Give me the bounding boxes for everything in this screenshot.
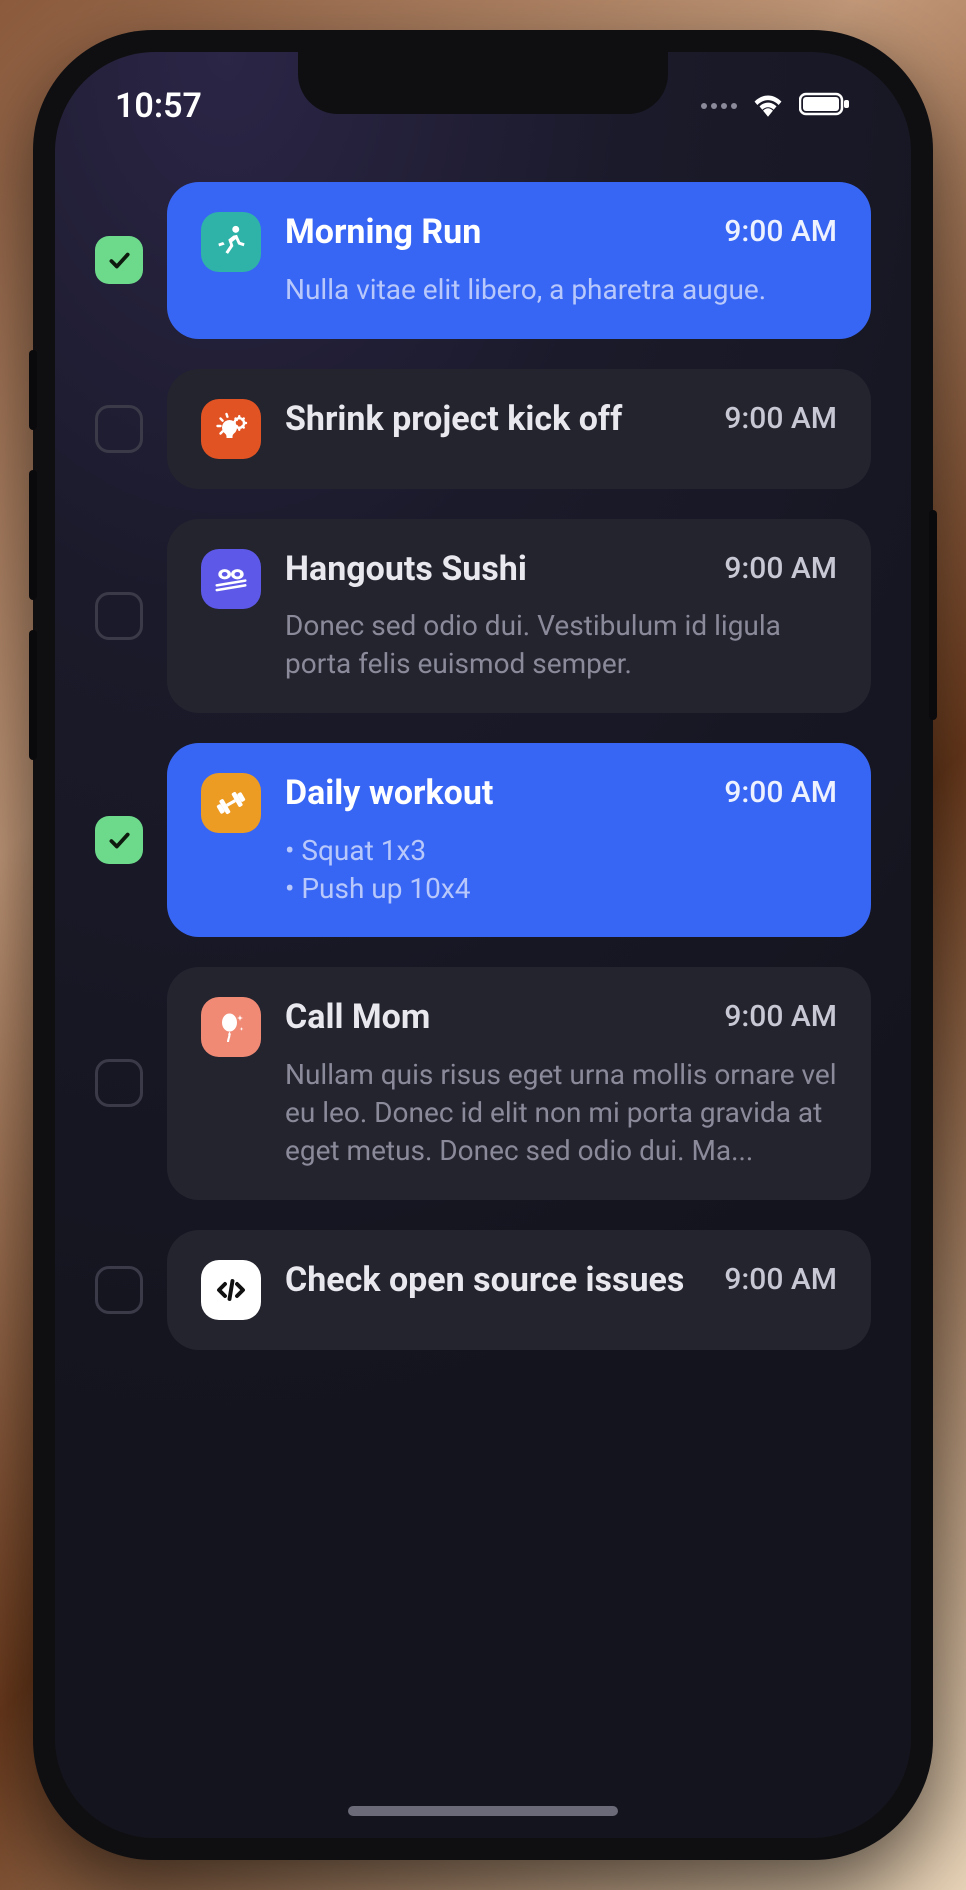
task-row: Check open source issues 9:00 AM — [95, 1230, 871, 1350]
wifi-icon — [751, 91, 785, 121]
task-checkbox[interactable] — [95, 236, 143, 284]
task-time: 9:00 AM — [724, 773, 837, 810]
task-row: Hangouts Sushi 9:00 AM Donec sed odio dui.… — [95, 519, 871, 713]
task-row: Daily workout 9:00 AM • Squat 1x3 • Push … — [95, 743, 871, 937]
task-row: Shrink project kick off 9:00 AM — [95, 369, 871, 489]
task-body: Hangouts Sushi 9:00 AM Donec sed odio dui.… — [285, 549, 837, 683]
phone-frame: 10:57 Morning Run 9:00 AM Nulla vitae elit… — [33, 30, 933, 1860]
task-title: Call Mom — [285, 997, 430, 1038]
balloon-icon — [201, 997, 261, 1057]
task-time: 9:00 AM — [724, 997, 837, 1034]
dumbbell-icon — [201, 773, 261, 833]
task-card[interactable]: Morning Run 9:00 AM Nulla vitae elit liber… — [167, 182, 871, 339]
task-row: Morning Run 9:00 AM Nulla vitae elit liber… — [95, 182, 871, 339]
task-body: Check open source issues 9:00 AM — [285, 1260, 837, 1320]
task-time: 9:00 AM — [724, 399, 837, 436]
power-button[interactable] — [929, 510, 937, 720]
task-body: Call Mom 9:00 AM Nullam quis risus eget ur… — [285, 997, 837, 1169]
sushi-icon — [201, 549, 261, 609]
screen: 10:57 Morning Run 9:00 AM Nulla vitae elit… — [55, 52, 911, 1838]
volume-down-button[interactable] — [29, 630, 37, 760]
task-row: Call Mom 9:00 AM Nullam quis risus eget ur… — [95, 967, 871, 1199]
task-checkbox[interactable] — [95, 592, 143, 640]
code-icon — [201, 1260, 261, 1320]
pagination-dots — [701, 103, 737, 109]
task-title: Hangouts Sushi — [285, 549, 527, 590]
notch — [298, 52, 668, 114]
task-description: Nulla vitae elit libero, a pharetra augu… — [285, 271, 837, 309]
task-card[interactable]: Check open source issues 9:00 AM — [167, 1230, 871, 1350]
task-body: Morning Run 9:00 AM Nulla vitae elit liber… — [285, 212, 837, 309]
task-list[interactable]: Morning Run 9:00 AM Nulla vitae elit liber… — [95, 182, 871, 1758]
task-title: Check open source issues — [285, 1260, 684, 1301]
task-card[interactable]: Hangouts Sushi 9:00 AM Donec sed odio dui.… — [167, 519, 871, 713]
task-time: 9:00 AM — [724, 1260, 837, 1297]
volume-up-button[interactable] — [29, 470, 37, 600]
running-icon — [201, 212, 261, 272]
task-card[interactable]: Daily workout 9:00 AM • Squat 1x3 • Push … — [167, 743, 871, 937]
task-time: 9:00 AM — [724, 212, 837, 249]
task-checkbox[interactable] — [95, 405, 143, 453]
task-checkbox[interactable] — [95, 1266, 143, 1314]
task-description: Donec sed odio dui. Vestibulum id ligula… — [285, 607, 837, 683]
task-body: Daily workout 9:00 AM • Squat 1x3 • Push … — [285, 773, 837, 907]
home-indicator[interactable] — [348, 1806, 618, 1816]
task-body: Shrink project kick off 9:00 AM — [285, 399, 837, 459]
task-checkbox[interactable] — [95, 1059, 143, 1107]
task-checkbox[interactable] — [95, 816, 143, 864]
task-card[interactable]: Shrink project kick off 9:00 AM — [167, 369, 871, 489]
task-title: Daily workout — [285, 773, 493, 814]
status-time: 10:57 — [115, 86, 202, 126]
mute-switch[interactable] — [29, 350, 37, 430]
task-title: Shrink project kick off — [285, 399, 622, 440]
task-time: 9:00 AM — [724, 549, 837, 586]
task-card[interactable]: Call Mom 9:00 AM Nullam quis risus eget ur… — [167, 967, 871, 1199]
task-description: • Squat 1x3 • Push up 10x4 — [285, 832, 837, 908]
battery-icon — [799, 91, 851, 121]
idea-gear-icon — [201, 399, 261, 459]
task-title: Morning Run — [285, 212, 481, 253]
task-description: Nullam quis risus eget urna mollis ornar… — [285, 1056, 837, 1169]
